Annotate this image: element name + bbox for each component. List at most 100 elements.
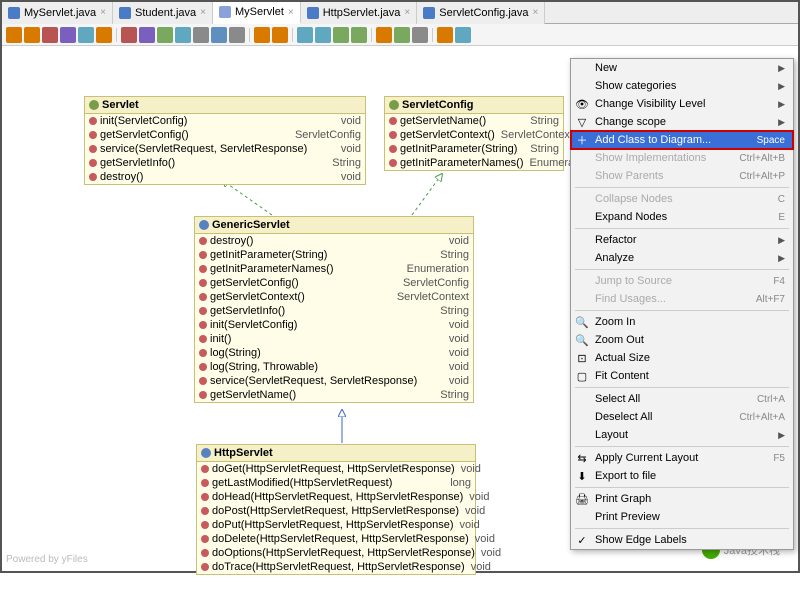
menu-print-preview[interactable]: Print Preview (571, 508, 793, 526)
toolbar-button-13[interactable] (254, 27, 270, 43)
menu-find-usages-: Find Usages...Alt+F7 (571, 290, 793, 308)
method-row[interactable]: getServletInfo()String (195, 304, 473, 318)
tab-httpservlet-java[interactable]: HttpServlet.java× (301, 2, 418, 24)
method-row[interactable]: log(String)void (195, 346, 473, 360)
method-row[interactable]: doPut(HttpServletRequest, HttpServletRes… (197, 518, 475, 532)
method-row[interactable]: doPost(HttpServletRequest, HttpServletRe… (197, 504, 475, 518)
toolbar-button-23[interactable] (455, 27, 471, 43)
method-row[interactable]: getInitParameterNames()Enumeration (385, 156, 563, 170)
toolbar-button-21[interactable] (412, 27, 428, 43)
toolbar-button-8[interactable] (157, 27, 173, 43)
method-row[interactable]: getInitParameter(String)String (195, 248, 473, 262)
menu-show-categories[interactable]: Show categories▶ (571, 77, 793, 95)
method-row[interactable]: getServletContext()ServletContext (385, 128, 563, 142)
menu-apply-current-layout[interactable]: ⇆Apply Current LayoutF5 (571, 449, 793, 467)
toolbar-button-4[interactable] (78, 27, 94, 43)
tab-servletconfig-java[interactable]: ServletConfig.java× (417, 2, 545, 24)
method-sig: log(String) (210, 347, 261, 359)
method-row[interactable]: log(String, Throwable)void (195, 360, 473, 374)
close-icon[interactable]: × (533, 7, 539, 18)
menu-deselect-all[interactable]: Deselect AllCtrl+Alt+A (571, 408, 793, 426)
method-row[interactable]: destroy()void (85, 170, 365, 184)
close-icon[interactable]: × (288, 7, 294, 18)
menu-analyze[interactable]: Analyze▶ (571, 249, 793, 267)
close-icon[interactable]: × (100, 7, 106, 18)
method-row[interactable]: doDelete(HttpServletRequest, HttpServlet… (197, 532, 475, 546)
method-icon (89, 173, 97, 181)
menu-new[interactable]: New▶ (571, 59, 793, 77)
toolbar-button-3[interactable] (60, 27, 76, 43)
method-row[interactable]: getServletConfig()ServletConfig (195, 276, 473, 290)
menu-refactor[interactable]: Refactor▶ (571, 231, 793, 249)
method-row[interactable]: getInitParameterNames()Enumeration (195, 262, 473, 276)
toolbar-button-6[interactable] (121, 27, 137, 43)
menu-change-visibility-level[interactable]: 👁Change Visibility Level▶ (571, 95, 793, 113)
toolbar-button-11[interactable] (211, 27, 227, 43)
menu-add-class-to-diagram-[interactable]: ＋Add Class to Diagram...Space (571, 131, 793, 149)
class-servlet[interactable]: Servlet init(ServletConfig)voidgetServle… (84, 96, 366, 185)
toolbar-button-9[interactable] (175, 27, 191, 43)
menu-show-edge-labels[interactable]: ✓Show Edge Labels (571, 531, 793, 549)
toolbar-button-0[interactable] (6, 27, 22, 43)
method-sig: destroy() (210, 235, 253, 247)
menu-show-parents: Show ParentsCtrl+Alt+P (571, 167, 793, 185)
toolbar-button-17[interactable] (333, 27, 349, 43)
menu-print-graph[interactable]: 🖨Print Graph (571, 490, 793, 508)
toolbar-button-19[interactable] (376, 27, 392, 43)
menu-fit-content[interactable]: ▢Fit Content (571, 367, 793, 385)
method-icon (199, 237, 207, 245)
method-row[interactable]: getServletName()String (385, 114, 563, 128)
method-row[interactable]: getLastModified(HttpServletRequest)long (197, 476, 475, 490)
method-row[interactable]: service(ServletRequest, ServletResponse)… (85, 142, 365, 156)
method-row[interactable]: doGet(HttpServletRequest, HttpServletRes… (197, 462, 475, 476)
method-sig: service(ServletRequest, ServletResponse) (210, 375, 417, 387)
toolbar-button-16[interactable] (315, 27, 331, 43)
toolbar-button-18[interactable] (351, 27, 367, 43)
method-row[interactable]: doOptions(HttpServletRequest, HttpServle… (197, 546, 475, 560)
toolbar-button-22[interactable] (437, 27, 453, 43)
method-row[interactable]: getServletConfig()ServletConfig (85, 128, 365, 142)
menu-label: Print Graph (595, 493, 651, 505)
toolbar-button-20[interactable] (394, 27, 410, 43)
menu-zoom-in[interactable]: 🔍Zoom In (571, 313, 793, 331)
class-httpservlet[interactable]: HttpServlet doGet(HttpServletRequest, Ht… (196, 444, 476, 575)
tab-myservlet[interactable]: MyServlet× (213, 2, 301, 24)
method-icon (89, 131, 97, 139)
toolbar-button-7[interactable] (139, 27, 155, 43)
tab-student-java[interactable]: Student.java × (113, 2, 213, 24)
close-icon[interactable]: × (404, 7, 410, 18)
class-name: ServletConfig (402, 99, 474, 111)
method-row[interactable]: init(ServletConfig)void (195, 318, 473, 332)
method-row[interactable]: doTrace(HttpServletRequest, HttpServletR… (197, 560, 475, 574)
class-icon (201, 448, 211, 458)
toolbar-button-14[interactable] (272, 27, 288, 43)
menu-zoom-out[interactable]: 🔍Zoom Out (571, 331, 793, 349)
menu-export-to-file[interactable]: ⬇Export to file (571, 467, 793, 485)
method-row[interactable]: init()void (195, 332, 473, 346)
toolbar-button-1[interactable] (24, 27, 40, 43)
method-row[interactable]: service(ServletRequest, ServletResponse)… (195, 374, 473, 388)
menu-actual-size[interactable]: ⊡Actual Size (571, 349, 793, 367)
close-icon[interactable]: × (200, 7, 206, 18)
tab-label: Student.java (135, 7, 196, 19)
toolbar-button-5[interactable] (96, 27, 112, 43)
tab-myservlet-java[interactable]: MyServlet.java× (2, 2, 113, 24)
class-genericservlet[interactable]: GenericServlet destroy()voidgetInitParam… (194, 216, 474, 403)
method-row[interactable]: getServletContext()ServletContext (195, 290, 473, 304)
toolbar-button-2[interactable] (42, 27, 58, 43)
menu-expand-nodes[interactable]: Expand NodesE (571, 208, 793, 226)
method-row[interactable]: destroy()void (195, 234, 473, 248)
fc-icon: ▢ (575, 369, 589, 383)
method-row[interactable]: init(ServletConfig)void (85, 114, 365, 128)
method-row[interactable]: getInitParameter(String)String (385, 142, 563, 156)
class-servletconfig[interactable]: ServletConfig getServletName()StringgetS… (384, 96, 564, 171)
menu-select-all[interactable]: Select AllCtrl+A (571, 390, 793, 408)
method-row[interactable]: getServletInfo()String (85, 156, 365, 170)
method-row[interactable]: getServletName()String (195, 388, 473, 402)
menu-change-scope[interactable]: ▽Change scope▶ (571, 113, 793, 131)
toolbar-button-10[interactable] (193, 27, 209, 43)
menu-layout[interactable]: Layout▶ (571, 426, 793, 444)
toolbar-button-15[interactable] (297, 27, 313, 43)
method-row[interactable]: doHead(HttpServletRequest, HttpServletRe… (197, 490, 475, 504)
toolbar-button-12[interactable] (229, 27, 245, 43)
